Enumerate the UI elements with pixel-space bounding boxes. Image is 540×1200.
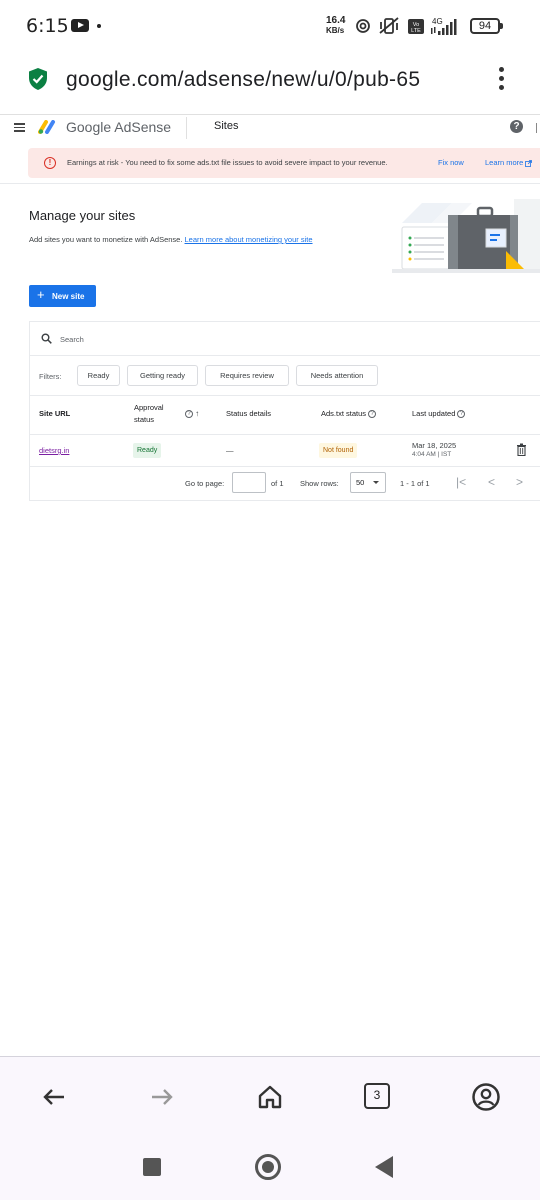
system-back-icon[interactable] — [375, 1156, 393, 1178]
divider — [0, 183, 540, 184]
manage-sites-description: Add sites you want to monetize with AdSe… — [29, 235, 313, 244]
open-in-new-icon — [525, 159, 533, 167]
approval-help[interactable]: ? ↑ — [185, 408, 199, 420]
alert-message: Earnings at risk - You need to fix some … — [67, 158, 388, 167]
approval-status-badge: Ready — [133, 443, 162, 458]
column-header-ads-txt-status[interactable]: Ads.txt status ? — [321, 408, 377, 420]
add-icon: + — [37, 287, 45, 302]
vibrate-icon — [379, 17, 399, 34]
first-page-icon[interactable]: |< — [456, 475, 466, 489]
divider — [30, 434, 540, 435]
home-circle-icon[interactable] — [255, 1154, 281, 1180]
learn-more-link[interactable]: Learn more — [485, 158, 533, 167]
learn-more-monetizing-link[interactable]: Learn more about monetizing your site — [185, 235, 313, 244]
notification-dot-icon — [97, 24, 101, 28]
search-input[interactable]: Search — [60, 335, 84, 344]
divider — [30, 355, 540, 356]
column-header-site-url[interactable]: Site URL — [39, 408, 70, 420]
shield-check-icon — [29, 68, 47, 90]
back-arrow-icon[interactable] — [42, 1087, 66, 1107]
network-type: 4G — [432, 17, 443, 26]
forward-arrow-icon[interactable] — [150, 1087, 174, 1107]
fix-now-link[interactable]: Fix now — [438, 158, 464, 167]
url-text[interactable]: google.com/adsense/new/u/0/pub-65 — [66, 68, 476, 92]
go-to-page-input[interactable] — [232, 472, 266, 493]
adsense-logo-icon — [38, 120, 55, 134]
divider — [30, 466, 540, 467]
manage-sites-title: Manage your sites — [29, 208, 136, 223]
home-icon[interactable] — [257, 1084, 283, 1110]
go-to-page-label: Go to page: — [185, 479, 225, 488]
browser-bottom-bar: 3 — [0, 1057, 540, 1200]
menu-icon[interactable] — [14, 123, 25, 132]
column-header-last-updated[interactable]: Last updated ? — [412, 408, 466, 420]
adsense-header: Google AdSense Sites ? — [0, 114, 540, 139]
last-updated-label: Last updated — [412, 409, 456, 418]
delete-icon[interactable] — [516, 443, 527, 456]
recents-icon[interactable] — [143, 1158, 161, 1176]
help-circle-icon: ? — [185, 410, 193, 419]
next-page-icon[interactable]: > — [516, 475, 523, 489]
svg-text:LTE: LTE — [411, 28, 421, 34]
help-circle-icon: ? — [368, 410, 377, 419]
network-speed-value: 16.4 — [326, 15, 346, 26]
hotspot-icon — [356, 19, 370, 33]
ads-txt-status-badge: Not found — [319, 443, 358, 458]
learn-more-label[interactable]: Learn more — [485, 158, 523, 167]
more-vert-icon[interactable] — [497, 67, 505, 93]
sites-illustration — [392, 199, 540, 273]
network-speed: 16.4 KB/s — [326, 16, 345, 36]
column-header-approval-line1: Approval — [134, 403, 164, 412]
battery-icon: 94 — [470, 18, 503, 34]
ads-txt-status-label: Ads.txt status — [321, 409, 367, 418]
last-updated-value: Mar 18, 2025 4:04 AM | IST — [412, 441, 456, 458]
status-details-value: — — [226, 446, 234, 455]
filter-chip-ready[interactable]: Ready — [77, 365, 120, 386]
brand-name: Google AdSense — [66, 119, 172, 135]
earnings-alert-banner: ! Earnings at risk - You need to fix som… — [28, 148, 540, 178]
account-edge[interactable] — [536, 123, 539, 133]
prev-page-icon[interactable]: < — [488, 475, 495, 489]
filter-chip-requires-review[interactable]: Requires review — [205, 365, 289, 386]
filter-chip-getting-ready[interactable]: Getting ready — [127, 365, 198, 386]
column-header-status-details[interactable]: Status details — [226, 408, 271, 420]
header-divider — [186, 117, 187, 139]
new-site-button[interactable]: + New site — [29, 285, 96, 307]
column-header-approval-line2: status — [134, 415, 155, 424]
help-icon[interactable]: ? — [510, 120, 523, 133]
help-circle-icon: ? — [457, 410, 466, 419]
show-rows-label: Show rows: — [300, 479, 339, 488]
filter-chip-needs-attention[interactable]: Needs attention — [296, 365, 378, 386]
sort-arrow-up-icon[interactable]: ↑ — [195, 409, 199, 418]
tab-switcher-button[interactable]: 3 — [364, 1083, 390, 1109]
browser-address-bar[interactable]: google.com/adsense/new/u/0/pub-65 — [0, 52, 540, 114]
youtube-notification-icon — [71, 19, 89, 32]
rows-per-page-select[interactable]: 50 — [350, 472, 386, 493]
divider — [30, 395, 540, 396]
status-bar: 6:15 16.4 KB/s Vo LTE 4G 94 — [0, 0, 540, 52]
page-count-label: of 1 — [271, 479, 284, 488]
clock: 6:15 — [26, 15, 69, 37]
pagination-range: 1 - 1 of 1 — [400, 479, 430, 488]
last-updated-date: Mar 18, 2025 — [412, 441, 457, 450]
network-speed-unit: KB/s — [326, 26, 345, 35]
filters-label: Filters: — [39, 372, 62, 381]
sites-table: Search Filters: Ready Getting ready Requ… — [29, 321, 540, 501]
search-icon — [41, 333, 52, 344]
column-header-approval-status[interactable]: Approval status — [134, 402, 164, 426]
volte-icon: Vo LTE — [408, 19, 424, 34]
page-title: Sites — [214, 120, 239, 132]
account-icon[interactable] — [471, 1082, 501, 1112]
status-icons: Vo LTE 4G — [356, 17, 457, 35]
site-url-link[interactable]: dietsrg.in — [39, 446, 69, 455]
new-site-label: New site — [52, 292, 85, 301]
alert-icon: ! — [44, 157, 56, 169]
last-updated-time: 4:04 AM | IST — [412, 451, 452, 458]
description-text: Add sites you want to monetize with AdSe… — [29, 235, 183, 244]
data-arrows-icon — [431, 27, 436, 34]
